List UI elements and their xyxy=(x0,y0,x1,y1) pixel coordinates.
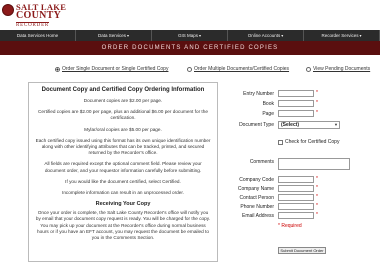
order-mode-options: Order Single Document or Single Certifie… xyxy=(0,66,380,76)
entry-number-row: Entry Number * xyxy=(228,90,368,98)
comments-label: Comments xyxy=(249,159,274,165)
radio-icon[interactable] xyxy=(187,66,192,72)
option-pending-documents[interactable]: View Pending Documents xyxy=(306,66,370,72)
required-marker: * xyxy=(316,203,318,209)
nav-item-recorder-services[interactable]: Recorder Services▾ xyxy=(304,30,380,41)
document-type-row: Document Type (Select) ▼ xyxy=(228,121,368,129)
info-paragraph: Certified copies are $2.00 per page, plu… xyxy=(38,109,208,121)
nav-item-label: GIS Maps xyxy=(177,33,198,38)
company-name-label: Company Name xyxy=(237,186,274,192)
radio-selected-icon[interactable] xyxy=(55,66,60,72)
info-paragraph: All fields are required except the optio… xyxy=(44,161,202,173)
nav-item-online-accounts[interactable]: Online Accounts▾ xyxy=(228,30,304,41)
contact-person-label: Contact Person xyxy=(239,195,274,201)
required-note: * Required xyxy=(278,223,302,229)
info-paragraph: Document copies are $2.00 per page. xyxy=(83,98,163,103)
phone-number-row: Phone Number * xyxy=(228,203,368,211)
nav-item-home[interactable]: Data Services Home xyxy=(0,30,76,41)
info-paragraph: Each certified copy issued using this fo… xyxy=(35,137,211,156)
site-header: SALT LAKE COUNTY RECORDER xyxy=(0,0,380,30)
required-marker: * xyxy=(316,176,318,182)
company-code-label: Company Code xyxy=(239,177,274,183)
page-banner: ORDER DOCUMENTS AND CERTIFIED COPIES xyxy=(0,41,380,55)
nav-item-data-services[interactable]: Data Services▾ xyxy=(76,30,152,41)
county-recorder-logo[interactable]: SALT LAKE COUNTY RECORDER xyxy=(2,2,82,28)
page-field[interactable] xyxy=(278,110,314,117)
document-type-select[interactable]: (Select) ▼ xyxy=(278,121,340,129)
option-single-document[interactable]: Order Single Document or Single Certifie… xyxy=(55,66,168,72)
page-label: Page xyxy=(262,111,274,117)
comments-row: Comments xyxy=(228,158,368,170)
entry-number-label: Entry Number xyxy=(243,91,274,97)
certified-checkbox[interactable]: Check for Certified Copy xyxy=(278,139,339,145)
required-marker: * xyxy=(316,90,318,96)
county-seal-icon xyxy=(2,4,14,16)
option-label[interactable]: Order Multiple Documents/Certified Copie… xyxy=(194,66,289,72)
info-title: Document Copy and Certified Copy Orderin… xyxy=(41,87,205,93)
required-marker: * xyxy=(316,194,318,200)
logo-line3: RECORDER xyxy=(16,22,50,28)
checkbox-icon[interactable] xyxy=(278,139,283,145)
info-subtitle: Receiving Your Copy xyxy=(95,201,151,208)
contact-person-field[interactable] xyxy=(278,194,314,201)
book-label: Book xyxy=(262,101,274,107)
contact-person-row: Contact Person * xyxy=(228,194,368,202)
company-name-row: Company Name * xyxy=(228,185,368,193)
option-label[interactable]: Order Single Document or Single Certifie… xyxy=(62,66,168,72)
company-code-row: Company Code * xyxy=(228,176,368,184)
email-row: Email Address * xyxy=(228,212,368,220)
email-field[interactable] xyxy=(278,212,314,219)
nav-item-label: Recorder Services xyxy=(321,33,359,38)
chevron-down-icon: ▾ xyxy=(199,33,202,38)
nav-item-label: Online Accounts xyxy=(247,33,281,38)
book-row: Book * xyxy=(228,100,368,108)
company-name-field[interactable] xyxy=(278,185,314,192)
chevron-down-icon: ▼ xyxy=(334,122,338,127)
document-type-value: (Select) xyxy=(281,122,300,128)
book-field[interactable] xyxy=(278,100,314,107)
required-marker: * xyxy=(316,212,318,218)
certified-row: Check for Certified Copy xyxy=(228,139,368,147)
info-paragraph: Mylar/oral copies are $5.00 per page. xyxy=(84,126,162,132)
chevron-down-icon: ▾ xyxy=(359,33,362,38)
info-paragraph: Incomplete information can result in an … xyxy=(62,190,184,196)
radio-icon[interactable] xyxy=(306,66,311,72)
nav-item-gis-maps[interactable]: GIS Maps▾ xyxy=(152,30,228,41)
phone-number-label: Phone Number xyxy=(240,204,274,210)
phone-number-field[interactable] xyxy=(278,203,314,210)
chevron-down-icon: ▾ xyxy=(281,33,284,38)
comments-textarea[interactable] xyxy=(278,158,350,170)
submit-order-button[interactable]: Submit Document Order xyxy=(278,247,326,254)
required-marker: * xyxy=(316,185,318,191)
page-row: Page * xyxy=(228,110,368,118)
chevron-down-icon: ▾ xyxy=(127,33,130,38)
required-marker: * xyxy=(316,110,318,116)
nav-item-label: Data Services xyxy=(97,33,126,38)
logo-line2: COUNTY xyxy=(16,10,62,21)
nav-item-label: Data Services Home xyxy=(16,33,59,38)
ordering-information-panel: Document Copy and Certified Copy Orderin… xyxy=(28,82,218,262)
document-type-label: Document Type xyxy=(239,122,274,128)
option-multiple-documents[interactable]: Order Multiple Documents/Certified Copie… xyxy=(187,66,289,72)
required-marker: * xyxy=(316,100,318,106)
email-label: Email Address xyxy=(242,213,274,219)
main-nav: Data Services Home Data Services▾ GIS Ma… xyxy=(0,30,380,41)
info-paragraph: Once your order is complete, the Salt La… xyxy=(35,210,211,241)
certified-label: Check for Certified Copy xyxy=(285,139,340,145)
option-label[interactable]: View Pending Documents xyxy=(313,66,370,72)
info-paragraph: If you would like the document certified… xyxy=(65,178,181,184)
entry-number-field[interactable] xyxy=(278,90,314,97)
company-code-field[interactable] xyxy=(278,176,314,183)
